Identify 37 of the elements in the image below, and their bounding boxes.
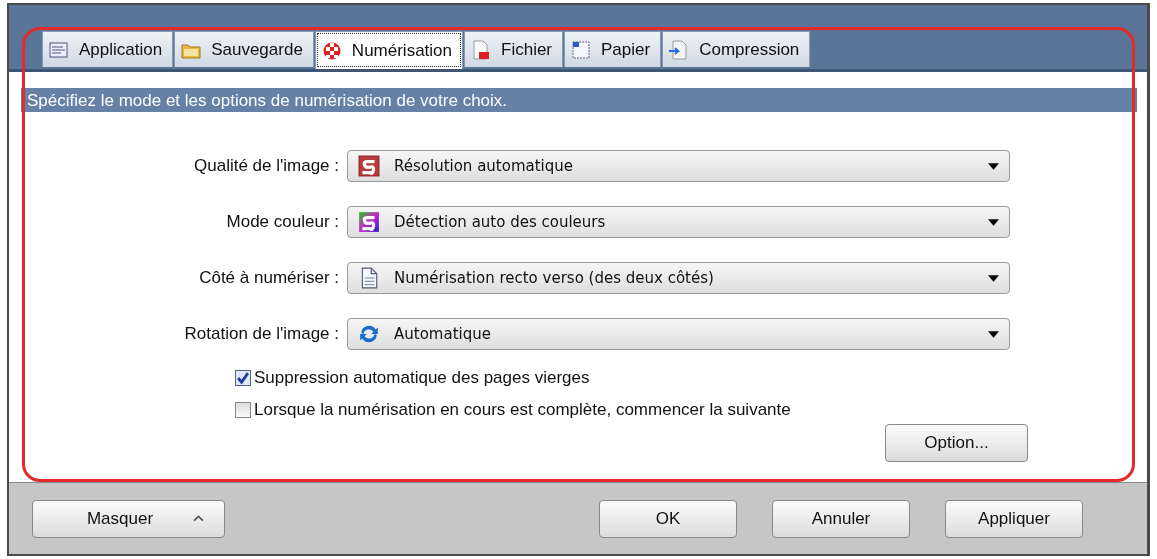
caret-icon [193,515,205,522]
tab[interactable]: Numérisation [314,31,463,69]
checkbox-option[interactable]: Suppression automatique des pages vierges [235,368,1137,388]
dropdown[interactable]: Automatique [347,318,1010,350]
window-list-icon [49,39,69,60]
dropdown-arrow-icon [988,274,999,282]
checkbox[interactable] [235,370,251,386]
checkbox[interactable] [235,402,251,418]
dialog-button[interactable]: Annuler [772,499,910,538]
field-label: Qualité de l'image : [193,156,340,176]
checkered-ball-icon [321,40,342,61]
dialog-button[interactable]: Appliquer [945,499,1083,538]
dropdown[interactable]: Résolution automatique [347,150,1010,182]
dialog-button[interactable]: OK [599,499,737,538]
page-frame-icon [571,39,592,60]
checkbox-option[interactable]: Lorsque la numérisation en cours est complète, commencer la suivante [235,400,1137,420]
hide-button[interactable]: Masquer [32,499,225,538]
section-header: Spécifiez le mode et les options de numérisation de votre choix. [21,88,1137,112]
tab[interactable]: Fichier [464,31,564,67]
s-logo-icon [358,211,380,233]
tab[interactable]: Papier [564,31,662,67]
document-icon [471,39,491,60]
tab[interactable]: Sauvegarde [174,31,314,67]
dropdown[interactable]: Numérisation recto verso (des deux côtés) [347,262,1010,294]
field-label: Mode couleur : [225,212,340,232]
dropdown-arrow-icon [988,330,999,338]
tab[interactable]: Application [42,31,174,67]
document-arrow-icon [669,39,690,60]
tab[interactable]: Compression [662,31,811,67]
dropdown-arrow-icon [988,162,999,170]
s-logo-icon [358,155,380,177]
dropdown[interactable]: Détection auto des couleurs [347,206,1010,238]
dropdown-arrow-icon [988,218,999,226]
option-button[interactable]: Option... [885,424,1028,462]
field-label: Rotation de l'image : [183,324,340,344]
rotate-icon [358,323,380,345]
field-label: Côté à numériser : [198,268,340,288]
